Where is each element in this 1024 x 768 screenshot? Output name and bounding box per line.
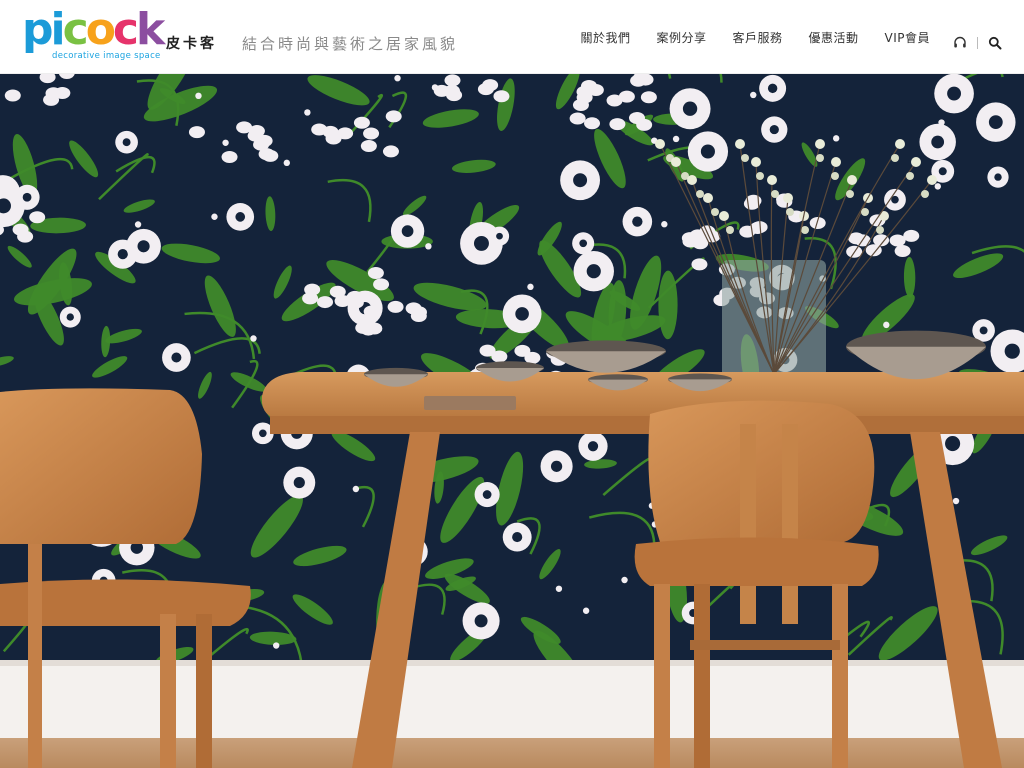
hero-image	[0, 74, 1024, 768]
logo-letter: p	[22, 4, 53, 55]
logo-letter: o	[85, 4, 116, 55]
header-tools	[953, 33, 1002, 53]
main-nav: 關於我們 案例分享 客戶服務 優惠活動 VIP會員	[554, 0, 930, 74]
search-icon[interactable]	[988, 36, 1002, 50]
nav-vip[interactable]: VIP會員	[885, 29, 931, 46]
logo[interactable]: picock decorative image space	[22, 4, 165, 64]
nav-cases[interactable]: 案例分享	[656, 29, 706, 46]
hero-banner	[0, 74, 1024, 768]
logo-letter: c	[62, 4, 89, 55]
nav-service[interactable]: 客戶服務	[732, 29, 782, 46]
headset-icon[interactable]	[953, 36, 967, 50]
logo-wordmark: picock	[22, 4, 165, 55]
site-header: picock decorative image space 皮卡客 結合時尚與藝…	[0, 0, 1024, 74]
logo-letter: k	[136, 4, 165, 55]
logo-letter: c	[112, 4, 139, 55]
nav-about[interactable]: 關於我們	[580, 29, 630, 46]
nav-promotions[interactable]: 優惠活動	[808, 29, 858, 46]
tools-divider	[977, 37, 978, 49]
slogan: 結合時尚與藝術之居家風貌	[242, 35, 459, 53]
logo-tagline: decorative image space	[52, 51, 161, 61]
brand-name: 皮卡客	[166, 36, 217, 52]
logo-letter: i	[50, 4, 66, 55]
